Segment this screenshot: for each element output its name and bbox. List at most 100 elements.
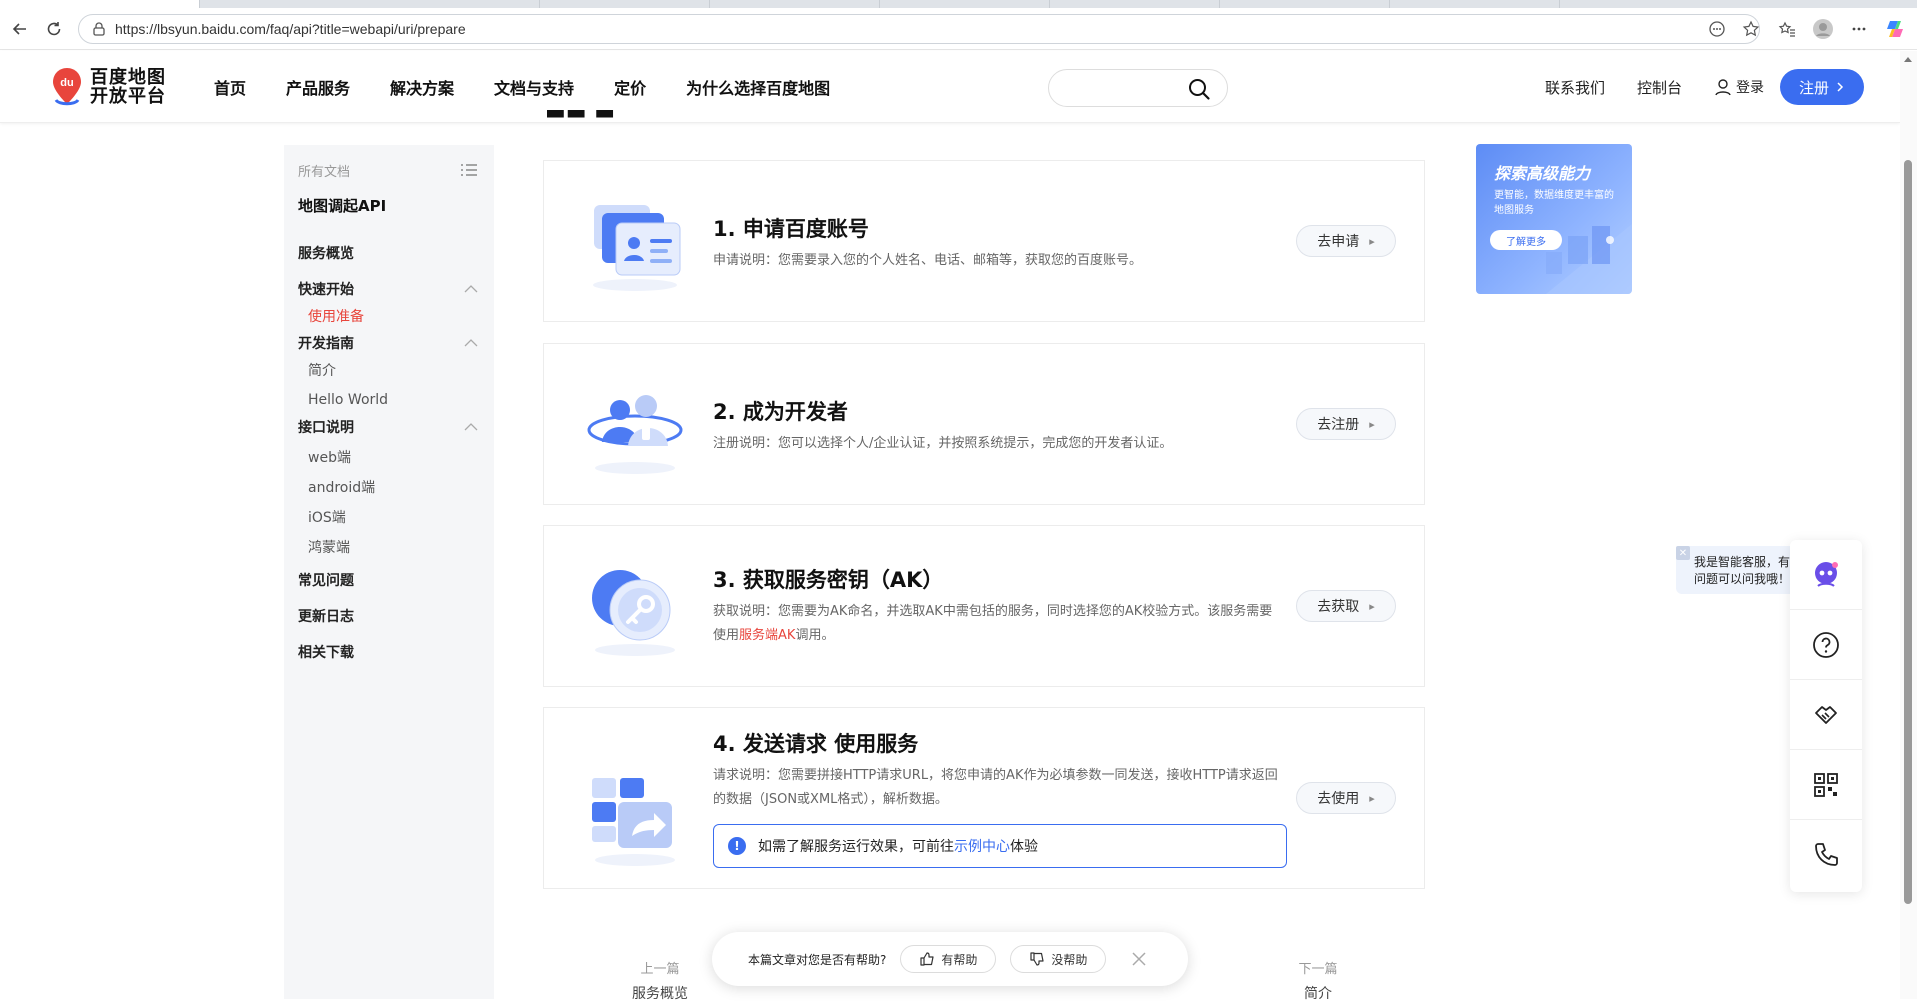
phone-icon[interactable]: [1790, 820, 1862, 890]
site-info-icon[interactable]: [91, 21, 107, 37]
close-icon[interactable]: ✕: [1676, 546, 1690, 560]
prev-label: 上一篇: [640, 962, 680, 977]
floating-toolbar: [1790, 540, 1862, 892]
sidebar-item-overview[interactable]: 服务概览: [298, 241, 478, 265]
chevron-up-icon[interactable]: [464, 339, 478, 347]
chevron-up-icon[interactable]: [464, 285, 478, 293]
sidebar-item-changelog[interactable]: 更新日志: [298, 604, 478, 628]
browser-tab[interactable]: [1220, 0, 1390, 8]
browser-tabstrip: [0, 0, 1917, 8]
demo-center-link[interactable]: 示例中心: [954, 836, 1010, 856]
chevron-right-icon: ▸: [1369, 417, 1375, 431]
scrollbar-thumb[interactable]: [1904, 160, 1912, 904]
map-pin-icon: du: [50, 66, 84, 108]
doc-sidebar: 所有文档 地图调起API 服务概览 快速开始 使用准备 开发指南 简介 Hell…: [284, 145, 494, 999]
search-icon[interactable]: [1187, 77, 1211, 101]
sidebar-item-label: 服务概览: [298, 246, 354, 262]
feedback-bar: 本篇文章对您是否有帮助? 有帮助 没帮助: [712, 932, 1188, 986]
assistant-robot-icon[interactable]: [1790, 540, 1862, 610]
browser-tab-active[interactable]: [0, 0, 200, 8]
key-icon: [592, 570, 675, 656]
sidebar-item-dev-guide[interactable]: 开发指南: [298, 331, 478, 355]
search-input[interactable]: [1048, 69, 1228, 107]
url-text: https://lbsyun.baidu.com/faq/api?title=w…: [115, 21, 466, 37]
nav-why-baidu-map[interactable]: 为什么选择百度地图: [686, 75, 830, 99]
browser-tab[interactable]: [710, 0, 880, 8]
apply-button[interactable]: 去申请 ▸: [1296, 225, 1396, 257]
sidebar-item-prepare[interactable]: 使用准备: [298, 304, 478, 328]
promo-banner[interactable]: 探索高级能力 更智能，数据维度更丰富的地图服务 了解更多: [1476, 144, 1632, 294]
baidu-map-logo[interactable]: du 百度地图 开放平台: [50, 65, 170, 109]
nav-pricing[interactable]: 定价: [614, 75, 646, 99]
browser-tab[interactable]: [1050, 0, 1220, 8]
step-title: 1. 申请百度账号: [713, 217, 869, 241]
favorite-star-icon[interactable]: [1737, 15, 1765, 43]
contact-link[interactable]: 联系我们: [1545, 77, 1605, 98]
sidebar-item-hello-world[interactable]: Hello World: [298, 388, 478, 412]
sidebar-item-api[interactable]: 接口说明: [298, 415, 478, 439]
get-ak-button[interactable]: 去获取 ▸: [1296, 590, 1396, 622]
action-label: 去使用: [1317, 791, 1360, 807]
list-menu-icon[interactable]: [460, 163, 478, 177]
close-icon[interactable]: [1130, 950, 1148, 968]
register-button[interactable]: 注册: [1780, 69, 1864, 105]
favorites-list-icon[interactable]: [1773, 15, 1801, 43]
browser-tab[interactable]: [880, 0, 1050, 8]
browser-tab[interactable]: [540, 0, 710, 8]
sidebar-item-label: web端: [308, 450, 351, 466]
console-link[interactable]: 控制台: [1637, 77, 1682, 98]
assistant-bubble-text: 我是智能客服，有问题可以问我哦！: [1694, 555, 1791, 586]
step-title: 4. 发送请求 使用服务: [713, 732, 919, 756]
assistant-bubble[interactable]: ✕ 我是智能客服，有问题可以问我哦！: [1676, 546, 1800, 594]
sidebar-item-label: 使用准备: [308, 309, 364, 325]
qr-code-icon[interactable]: [1790, 750, 1862, 820]
logo-badge: du: [60, 77, 73, 89]
promo-title: 探索高级能力: [1494, 164, 1591, 183]
profile-avatar-icon[interactable]: [1809, 15, 1837, 43]
account-card-icon: [593, 205, 681, 291]
browser-tab[interactable]: [200, 0, 540, 8]
copilot-icon[interactable]: [1881, 15, 1909, 43]
helpful-button[interactable]: 有帮助: [900, 945, 997, 973]
site-header: du 百度地图 开放平台 首页 产品服务 解决方案 文档与支持 定价 为什么选择…: [0, 51, 1900, 123]
chevron-right-icon: ▸: [1369, 234, 1375, 248]
back-icon[interactable]: [6, 15, 34, 43]
login-link[interactable]: 登录: [1714, 77, 1764, 97]
more-menu-icon[interactable]: [1845, 15, 1873, 43]
reload-icon[interactable]: [40, 15, 68, 43]
step-desc: 获取说明：您需要为AK命名，并选取AK中需包括的服务，同时选择您的AK校验方式。…: [713, 600, 1285, 648]
sidebar-item-label: 更新日志: [298, 609, 354, 625]
nav-docs[interactable]: 文档与支持: [494, 75, 574, 99]
sidebar-item-quickstart[interactable]: 快速开始: [298, 277, 478, 301]
cooperation-handshake-icon[interactable]: [1790, 680, 1862, 750]
step-card-apply-account: 1. 申请百度账号 申请说明：您需要录入您的个人姓名、电话、邮箱等，获取您的百度…: [543, 160, 1425, 322]
sidebar-item-android[interactable]: android端: [298, 475, 478, 499]
nav-solutions[interactable]: 解决方案: [390, 75, 454, 99]
help-question-icon[interactable]: [1790, 610, 1862, 680]
not-helpful-button[interactable]: 没帮助: [1010, 945, 1107, 973]
sidebar-item-label: 接口说明: [298, 420, 354, 436]
scroll-up-arrow-icon[interactable]: [1903, 54, 1913, 64]
sidebar-item-web[interactable]: web端: [298, 445, 478, 469]
next-article-link[interactable]: 下一篇 简介: [1288, 958, 1348, 1003]
sidebar-item-faq[interactable]: 常见问题: [298, 568, 478, 592]
prev-article-link[interactable]: 上一篇 服务概览: [630, 958, 690, 1003]
user-icon: [1715, 79, 1731, 96]
sidebar-item-harmony[interactable]: 鸿蒙端: [298, 535, 478, 559]
learn-more-button[interactable]: 了解更多: [1490, 230, 1562, 250]
promo-subtitle: 更智能，数据维度更丰富的地图服务: [1494, 190, 1614, 216]
sidebar-item-downloads[interactable]: 相关下载: [298, 640, 478, 664]
chevron-up-icon[interactable]: [464, 423, 478, 431]
all-docs-label[interactable]: 所有文档: [298, 161, 350, 180]
server-ak-link[interactable]: 服务端AK: [739, 628, 795, 643]
nav-products[interactable]: 产品服务: [286, 75, 350, 99]
browser-tab[interactable]: [1390, 0, 1560, 8]
next-title: 简介: [1304, 986, 1332, 1002]
sidebar-item-ios[interactable]: iOS端: [298, 505, 478, 529]
use-service-button[interactable]: 去使用 ▸: [1296, 782, 1396, 814]
nav-home[interactable]: 首页: [214, 75, 246, 99]
url-input[interactable]: https://lbsyun.baidu.com/faq/api?title=w…: [78, 14, 1760, 44]
sidebar-item-intro[interactable]: 简介: [298, 358, 478, 382]
reader-icon[interactable]: [1703, 15, 1731, 43]
register-developer-button[interactable]: 去注册 ▸: [1296, 408, 1396, 440]
